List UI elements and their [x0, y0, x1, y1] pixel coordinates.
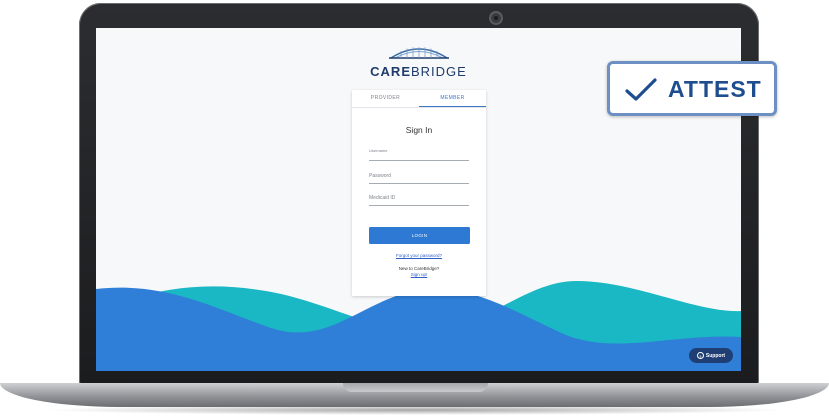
camera-icon — [489, 11, 503, 25]
signup-link[interactable]: Sign up! — [352, 272, 486, 277]
password-field[interactable]: Password — [369, 173, 469, 184]
login-button[interactable]: LOGIN — [369, 227, 470, 244]
laptop-notch — [343, 383, 488, 392]
medicaid-id-field[interactable]: Medicaid ID — [369, 195, 469, 206]
login-tabs: PROVIDER MEMBER — [352, 90, 486, 108]
help-circle-icon: ? — [696, 352, 704, 359]
laptop-base — [0, 383, 829, 407]
login-card: PROVIDER MEMBER Sign In Username Passwor… — [352, 90, 486, 296]
support-label: Support — [705, 352, 726, 359]
page-title: Sign In — [405, 125, 433, 135]
forgot-password-link[interactable]: Forgot your password? — [352, 253, 486, 258]
support-button[interactable]: ? Support — [689, 348, 733, 363]
tab-provider[interactable]: PROVIDER — [352, 90, 419, 107]
attest-badge: ATTEST — [607, 61, 777, 116]
new-user-prompt: New to CareBridge? — [398, 266, 440, 271]
username-field[interactable]: Username — [369, 148, 469, 161]
attest-label: ATTEST — [668, 76, 762, 102]
bridge-icon — [388, 47, 449, 59]
tab-member[interactable]: MEMBER — [419, 90, 486, 107]
checkmark-icon — [625, 78, 657, 101]
